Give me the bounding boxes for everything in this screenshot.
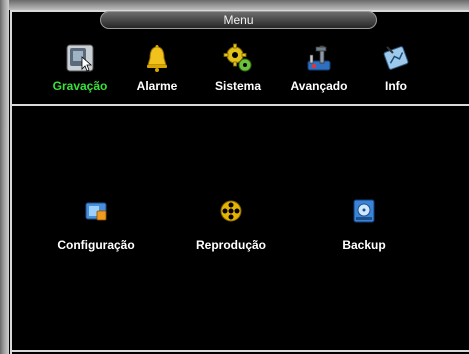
- submenu-reproducao[interactable]: Reprodução: [190, 198, 272, 252]
- tab-bar-divider: [12, 104, 469, 106]
- submenu-configuracao[interactable]: Configuração: [52, 198, 140, 252]
- bell-icon: [147, 45, 167, 72]
- tab-avancado[interactable]: Avançado: [282, 43, 356, 101]
- recording-icon: [66, 44, 94, 72]
- tab-gravacao[interactable]: Gravação: [42, 43, 118, 101]
- backup-disk-icon: [353, 199, 375, 223]
- window-title: Menu: [223, 13, 254, 27]
- tab-label: Avançado: [290, 79, 348, 93]
- tab-label: Alarme: [136, 79, 178, 93]
- window-frame-left: [0, 0, 9, 354]
- submenu-label: Configuração: [57, 238, 135, 252]
- film-reel-icon: [220, 200, 242, 222]
- tab-label: Info: [385, 79, 407, 93]
- submenu-label: Reprodução: [195, 238, 266, 252]
- gears-icon: [223, 43, 252, 72]
- tools-icon: [307, 45, 331, 71]
- record-config-icon: [85, 202, 107, 221]
- info-icon: [383, 46, 409, 70]
- window-frame-top: [0, 0, 469, 10]
- main-tab-bar: Gravação Alarme Sistema Avançado Info: [12, 43, 469, 103]
- window-title-bar: Menu: [100, 11, 377, 29]
- submenu-backup[interactable]: Backup: [338, 198, 390, 252]
- menu-window: Menu Gravação Alarme Sistema Avançado In…: [0, 0, 469, 354]
- bottom-divider: [12, 350, 469, 352]
- tab-label: Sistema: [214, 79, 262, 93]
- submenu-label: Backup: [342, 238, 386, 252]
- tab-label: Gravação: [52, 79, 108, 93]
- tab-alarme[interactable]: Alarme: [130, 43, 184, 101]
- tab-info[interactable]: Info: [378, 43, 414, 101]
- tab-sistema[interactable]: Sistema: [208, 43, 268, 101]
